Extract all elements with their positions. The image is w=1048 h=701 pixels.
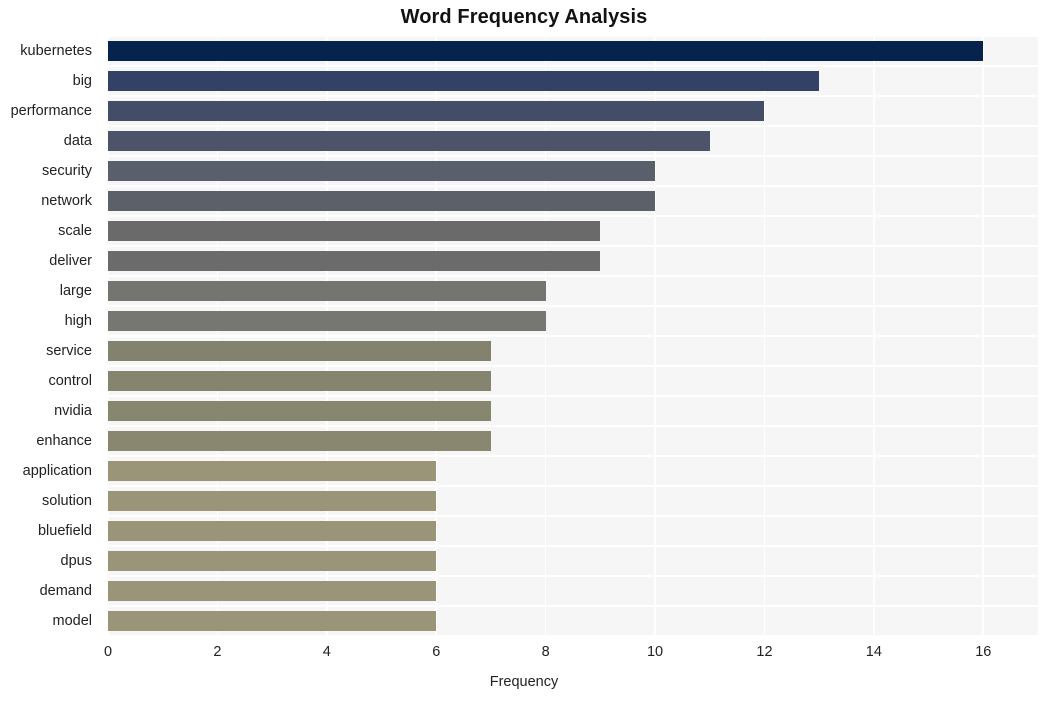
gridline-horizontal xyxy=(108,425,1038,427)
x-axis-tick-labels: 0 2 4 6 8 10 12 14 16 xyxy=(0,644,1048,668)
x-tick-label-8: 8 xyxy=(541,644,550,660)
bar-data[interactable] xyxy=(108,131,710,151)
bar-application[interactable] xyxy=(108,461,437,481)
gridline-horizontal xyxy=(108,275,1038,277)
y-tick-label-large: large xyxy=(59,283,92,299)
bar-control[interactable] xyxy=(108,371,491,391)
y-tick-label-bluefield: bluefield xyxy=(37,523,92,539)
bar-solution[interactable] xyxy=(108,491,437,511)
x-tick-label-0: 0 xyxy=(103,644,113,660)
bar-performance[interactable] xyxy=(108,101,765,121)
gridline-horizontal xyxy=(108,605,1038,607)
bar-big[interactable] xyxy=(108,71,820,91)
y-tick-label-nvidia: nvidia xyxy=(54,403,92,419)
gridline-horizontal xyxy=(108,305,1038,307)
y-tick-label-control: control xyxy=(48,373,92,389)
bar-model[interactable] xyxy=(108,611,437,631)
bar-network[interactable] xyxy=(108,191,656,211)
bar-nvidia[interactable] xyxy=(108,401,491,421)
gridline-horizontal xyxy=(108,335,1038,337)
bar-enhance[interactable] xyxy=(108,431,491,451)
y-axis-tick-labels: kubernetes big performance data security netw… xyxy=(0,36,100,636)
y-tick-label-network: network xyxy=(41,193,92,209)
gridline-horizontal xyxy=(108,545,1038,547)
gridline-horizontal xyxy=(108,125,1038,127)
y-tick-label-security: security xyxy=(42,163,92,179)
y-tick-label-enhance: enhance xyxy=(36,433,92,449)
gridline-horizontal xyxy=(108,35,1038,37)
gridline-horizontal xyxy=(108,65,1038,67)
bar-bluefield[interactable] xyxy=(108,521,437,541)
y-tick-label-dpus: dpus xyxy=(60,553,92,569)
bar-scale[interactable] xyxy=(108,221,601,241)
y-tick-label-high: high xyxy=(64,313,92,329)
y-tick-label-solution: solution xyxy=(42,493,92,509)
gridline-horizontal xyxy=(108,365,1038,367)
bar-kubernetes[interactable] xyxy=(108,41,984,61)
plot-area xyxy=(107,35,1038,637)
gridline-horizontal xyxy=(108,485,1038,487)
x-tick-label-6: 6 xyxy=(432,644,441,660)
y-tick-label-application: application xyxy=(22,463,92,479)
y-tick-label-data: data xyxy=(63,133,92,149)
bar-dpus[interactable] xyxy=(108,551,437,571)
y-tick-label-big: big xyxy=(72,73,92,89)
x-tick-label-10: 10 xyxy=(646,644,664,660)
gridline-horizontal xyxy=(108,215,1038,217)
word-frequency-chart: Word Frequency Analysis kubernetes big per… xyxy=(0,0,1048,701)
y-tick-label-performance: performance xyxy=(10,103,92,119)
gridline-horizontal xyxy=(108,95,1038,97)
bar-security[interactable] xyxy=(108,161,656,181)
gridline-horizontal xyxy=(108,395,1038,397)
gridline-horizontal xyxy=(108,455,1038,457)
x-tick-label-2: 2 xyxy=(213,644,222,660)
x-axis-title: Frequency xyxy=(489,674,559,690)
y-tick-label-model: model xyxy=(52,613,93,629)
gridline-horizontal xyxy=(108,245,1038,247)
gridline-horizontal xyxy=(108,155,1038,157)
bar-demand[interactable] xyxy=(108,581,437,601)
gridline-horizontal xyxy=(108,515,1038,517)
bar-service[interactable] xyxy=(108,341,491,361)
y-tick-label-demand: demand xyxy=(39,583,92,599)
y-tick-label-deliver: deliver xyxy=(49,253,92,269)
bar-high[interactable] xyxy=(108,311,546,331)
gridline-horizontal xyxy=(108,575,1038,577)
y-tick-label-scale: scale xyxy=(58,223,92,239)
x-tick-label-12: 12 xyxy=(756,644,773,660)
x-tick-label-4: 4 xyxy=(322,644,331,660)
x-tick-label-14: 14 xyxy=(865,644,882,660)
x-tick-label-16: 16 xyxy=(975,644,992,660)
gridline-horizontal xyxy=(108,185,1038,187)
bar-large[interactable] xyxy=(108,281,546,301)
y-tick-label-kubernetes: kubernetes xyxy=(20,43,92,59)
y-tick-label-service: service xyxy=(46,343,92,359)
chart-title: Word Frequency Analysis xyxy=(400,6,648,28)
bar-deliver[interactable] xyxy=(108,251,601,271)
gridline-horizontal xyxy=(108,635,1038,637)
